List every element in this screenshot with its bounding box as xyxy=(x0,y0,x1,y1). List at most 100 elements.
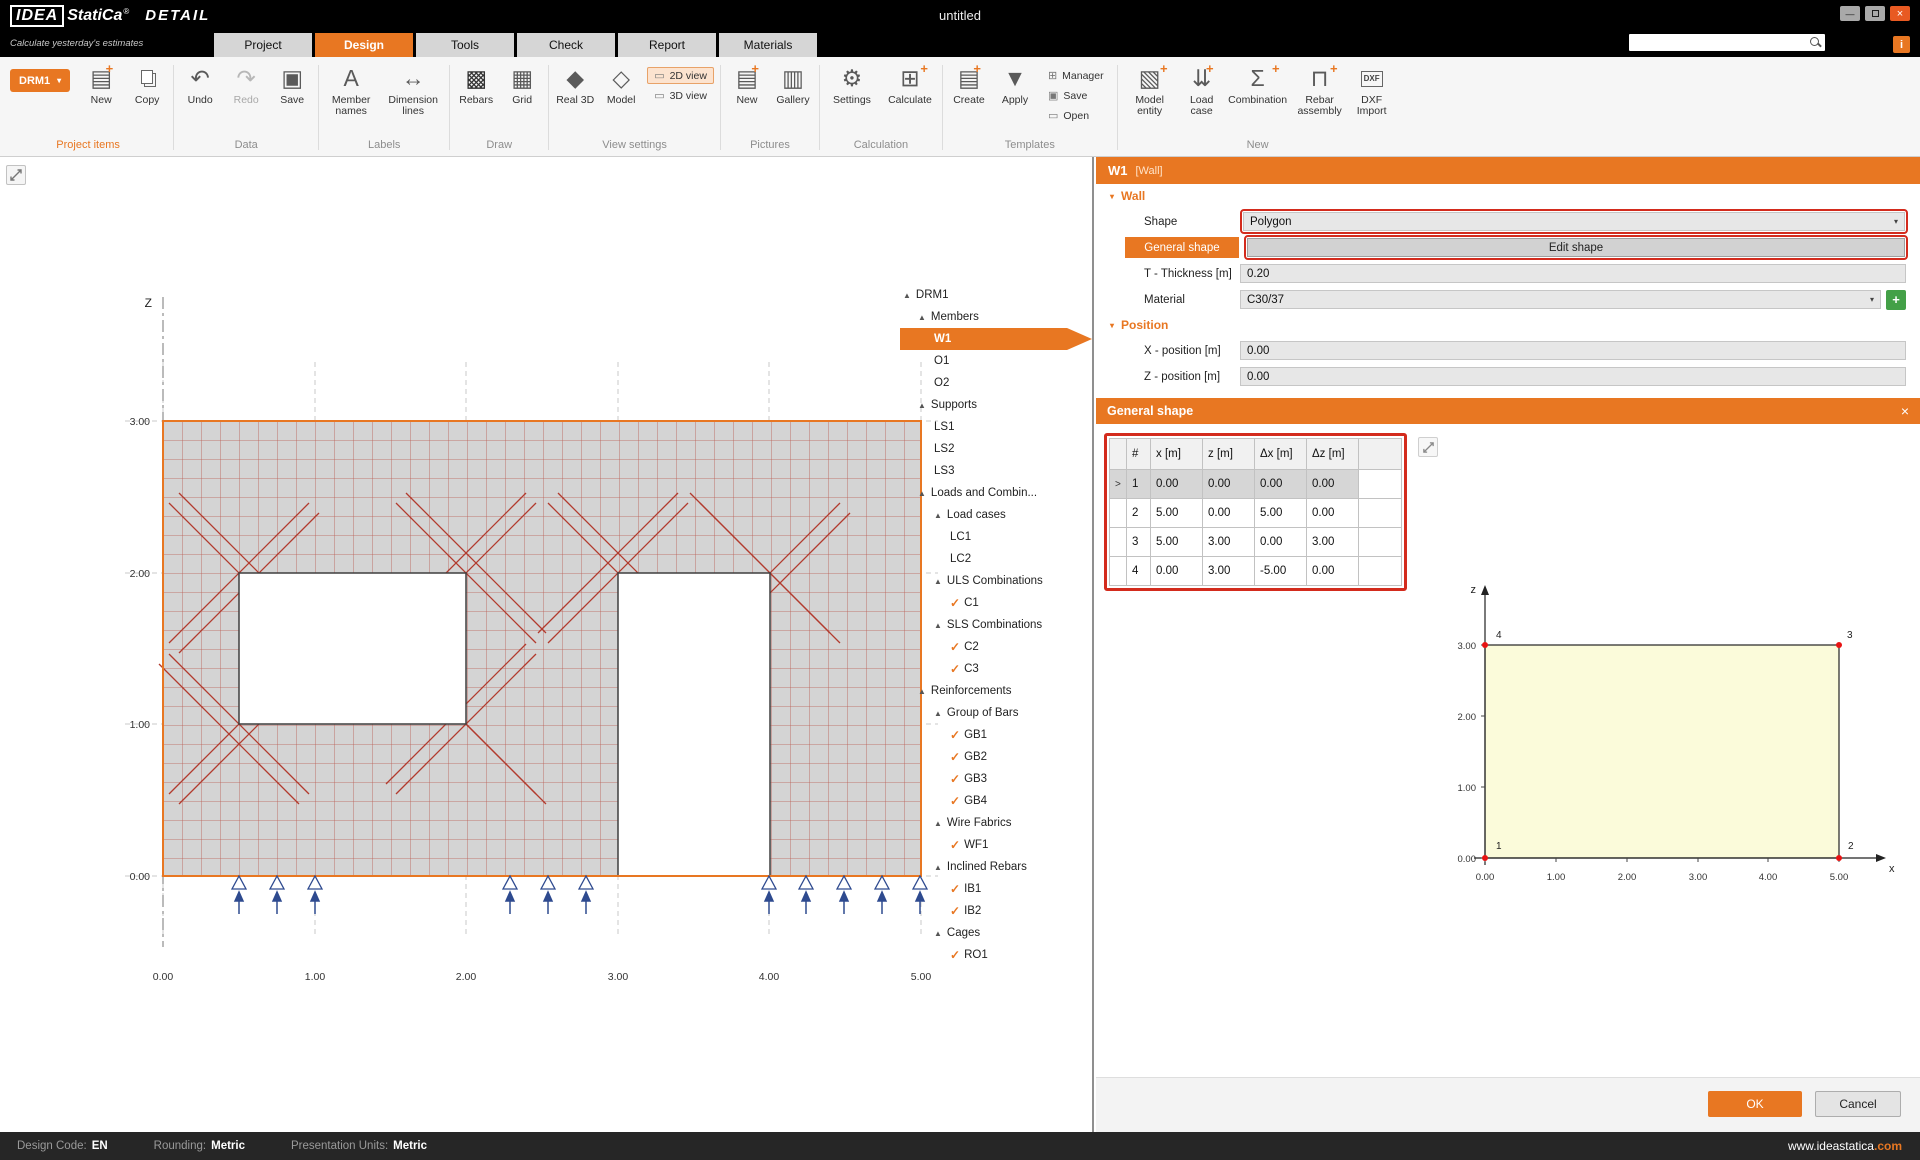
cell-dz[interactable]: 0.00 xyxy=(1307,499,1359,528)
close-icon[interactable]: × xyxy=(1901,403,1909,419)
tree-expander-icon[interactable]: ▲ xyxy=(934,819,942,828)
tree-item[interactable]: ▲ ✓ Loads and Combin... xyxy=(900,482,1092,504)
tree-item[interactable]: ▲ ✓ GB1 xyxy=(900,724,1092,746)
tree-item[interactable]: ▲ ✓ IB1 xyxy=(900,878,1092,900)
new-model-entity-button[interactable]: ▧+ Model entity xyxy=(1121,60,1179,119)
gallery-button[interactable]: ▥ Gallery xyxy=(770,60,816,108)
redo-button[interactable]: ↷ Redo xyxy=(223,60,269,108)
tree-item[interactable]: ▲ ✓ IB2 xyxy=(900,900,1092,922)
rebars-button[interactable]: ▩ Rebars xyxy=(453,60,499,108)
cell-z[interactable]: 0.00 xyxy=(1203,499,1255,528)
tree-expander-icon[interactable]: ▲ xyxy=(934,709,942,718)
section-wall[interactable]: ▾ Wall xyxy=(1096,184,1920,208)
check-icon[interactable]: ✓ xyxy=(950,662,960,676)
copy-project-item-button[interactable]: Copy xyxy=(124,60,170,108)
section-position[interactable]: ▾ Position xyxy=(1096,313,1920,337)
edit-material-button[interactable]: + xyxy=(1886,290,1906,310)
new-picture-button[interactable]: ▤+ New xyxy=(724,60,770,108)
view-2d-button[interactable]: ▭ 2D view xyxy=(647,67,714,84)
cell-x[interactable]: 5.00 xyxy=(1151,528,1203,557)
tree-item[interactable]: ▲ ✓ Cages xyxy=(900,922,1092,944)
tree-item[interactable]: ▲ ✓ Inclined Rebars xyxy=(900,856,1092,878)
cell-dx[interactable]: 5.00 xyxy=(1255,499,1307,528)
real-3d-button[interactable]: ◆ Real 3D xyxy=(552,60,598,108)
new-rebar-assembly-button[interactable]: ⊓+ Rebar assembly xyxy=(1291,60,1349,119)
cell-dx[interactable]: 0.00 xyxy=(1255,470,1307,499)
table-row[interactable]: > 2 5.00 0.00 5.00 0.00 xyxy=(1110,499,1402,528)
check-icon[interactable]: ✓ xyxy=(950,948,960,962)
table-row[interactable]: > 4 0.00 3.00 -5.00 0.00 xyxy=(1110,557,1402,586)
template-open-button[interactable]: ▭ Open xyxy=(1041,107,1111,124)
model-canvas[interactable]: Z xyxy=(0,157,1094,1132)
z-position-input[interactable]: 0.00 xyxy=(1240,367,1906,386)
table-expand-button[interactable] xyxy=(1418,437,1438,457)
fit-view-button[interactable] xyxy=(6,165,26,185)
ribbon-tab[interactable]: Design xyxy=(315,33,413,57)
x-position-input[interactable]: 0.00 xyxy=(1240,341,1906,360)
tree-item[interactable]: ▲ ✓ GB2 xyxy=(900,746,1092,768)
minimize-button[interactable]: — xyxy=(1840,6,1860,21)
cell-dz[interactable]: 3.00 xyxy=(1307,528,1359,557)
cell-dx[interactable]: 0.00 xyxy=(1255,528,1307,557)
save-button[interactable]: ▣ Save xyxy=(269,60,315,108)
tree-item[interactable]: ▲ ✓ WF1 xyxy=(900,834,1092,856)
template-create-button[interactable]: ▤+ Create xyxy=(946,60,992,108)
opening-window[interactable] xyxy=(239,573,466,724)
search-icon[interactable] xyxy=(1809,36,1822,49)
tree-item[interactable]: ▲ ✓ LS2 xyxy=(900,438,1092,460)
model-view-button[interactable]: ◇ Model xyxy=(598,60,644,108)
calculate-button[interactable]: ⊞+ Calculate xyxy=(881,60,939,108)
tree-expander-icon[interactable]: ▲ xyxy=(918,313,926,322)
tree-item[interactable]: ▲ ✓ DRM1 xyxy=(900,284,1092,306)
tree-item[interactable]: ▲ ✓ Reinforcements xyxy=(900,680,1092,702)
view-3d-button[interactable]: ▭ 3D view xyxy=(647,87,714,104)
check-icon[interactable]: ✓ xyxy=(950,882,960,896)
ribbon-tab[interactable]: Project xyxy=(214,33,312,57)
cell-dz[interactable]: 0.00 xyxy=(1307,470,1359,499)
tree-item[interactable]: ▲ ✓ Group of Bars xyxy=(900,702,1092,724)
tree-expander-icon[interactable]: ▲ xyxy=(934,577,942,586)
cancel-button[interactable]: Cancel xyxy=(1815,1091,1901,1117)
tree-item[interactable]: ▲ ✓ C3 xyxy=(900,658,1092,680)
tree-expander-icon[interactable]: ▲ xyxy=(934,929,942,938)
tree-item[interactable]: ▲ ✓ Members xyxy=(900,306,1092,328)
ribbon-tab[interactable]: Report xyxy=(618,33,716,57)
cell-dz[interactable]: 0.00 xyxy=(1307,557,1359,586)
close-button[interactable]: × xyxy=(1890,6,1910,21)
template-apply-button[interactable]: ▼ Apply xyxy=(992,60,1038,108)
shape-dropdown[interactable]: Polygon ▾ xyxy=(1243,212,1905,231)
undo-button[interactable]: ↶ Undo xyxy=(177,60,223,108)
tree-item[interactable]: ▲ ✓ LC1 xyxy=(900,526,1092,548)
ok-button[interactable]: OK xyxy=(1708,1091,1802,1117)
tree-expander-icon[interactable]: ▲ xyxy=(903,291,911,300)
cell-x[interactable]: 0.00 xyxy=(1151,470,1203,499)
tree-item[interactable]: ▲ ✓ O1 xyxy=(900,350,1092,372)
tree-expander-icon[interactable]: ▲ xyxy=(934,621,942,630)
ribbon-tab[interactable]: Check xyxy=(517,33,615,57)
new-project-item-button[interactable]: ▤+ New xyxy=(78,60,124,108)
tree-item[interactable]: ▲ ✓ LC2 xyxy=(900,548,1092,570)
table-row[interactable]: > 1 0.00 0.00 0.00 0.00 xyxy=(1110,470,1402,499)
tree-item[interactable]: ▲ ✓ ULS Combinations xyxy=(900,570,1092,592)
tree-expander-icon[interactable]: ▲ xyxy=(918,687,926,696)
template-manager-button[interactable]: ⊞ Manager xyxy=(1041,67,1111,84)
member-names-button[interactable]: A Member names xyxy=(322,60,380,119)
table-row[interactable]: > 3 5.00 3.00 0.00 3.00 xyxy=(1110,528,1402,557)
general-shape-tab[interactable]: General shape xyxy=(1125,237,1239,258)
info-button[interactable]: i xyxy=(1893,36,1910,53)
new-load-case-button[interactable]: ⇊+ Load case xyxy=(1179,60,1225,119)
tree-expander-icon[interactable]: ▲ xyxy=(934,511,942,520)
cell-dx[interactable]: -5.00 xyxy=(1255,557,1307,586)
settings-button[interactable]: ⚙ Settings xyxy=(823,60,881,108)
check-icon[interactable]: ✓ xyxy=(950,904,960,918)
cell-x[interactable]: 5.00 xyxy=(1151,499,1203,528)
opening-door[interactable] xyxy=(618,573,770,876)
tree-item[interactable]: ▲ ✓ C1 xyxy=(900,592,1092,614)
search-input[interactable] xyxy=(1629,36,1809,49)
check-icon[interactable]: ✓ xyxy=(950,728,960,742)
tree-item[interactable]: ▲ ✓ LS3 xyxy=(900,460,1092,482)
website-link[interactable]: www.ideastatica.com xyxy=(1788,1139,1902,1153)
maximize-button[interactable] xyxy=(1865,6,1885,21)
edit-shape-button[interactable]: Edit shape xyxy=(1247,238,1905,257)
ribbon-tab[interactable]: Tools xyxy=(416,33,514,57)
